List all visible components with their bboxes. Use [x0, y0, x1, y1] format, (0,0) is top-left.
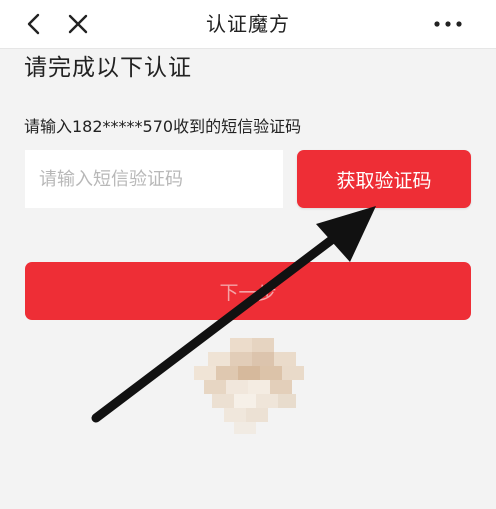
get-verification-code-button[interactable]: 获取验证码 [297, 150, 471, 208]
more-button[interactable] [430, 6, 466, 42]
next-step-button[interactable]: 下一步 [25, 262, 471, 320]
more-dots-icon [434, 21, 462, 27]
page-title: 认证魔方 [206, 12, 290, 36]
top-navigation-bar: 认证魔方 [0, 0, 496, 49]
sms-instruction-text: 请输入182*****570收到的短信验证码 [24, 117, 302, 136]
sms-code-input[interactable] [25, 150, 283, 208]
pixelated-image [194, 338, 304, 434]
verification-heading: 请完成以下认证 [24, 55, 192, 81]
